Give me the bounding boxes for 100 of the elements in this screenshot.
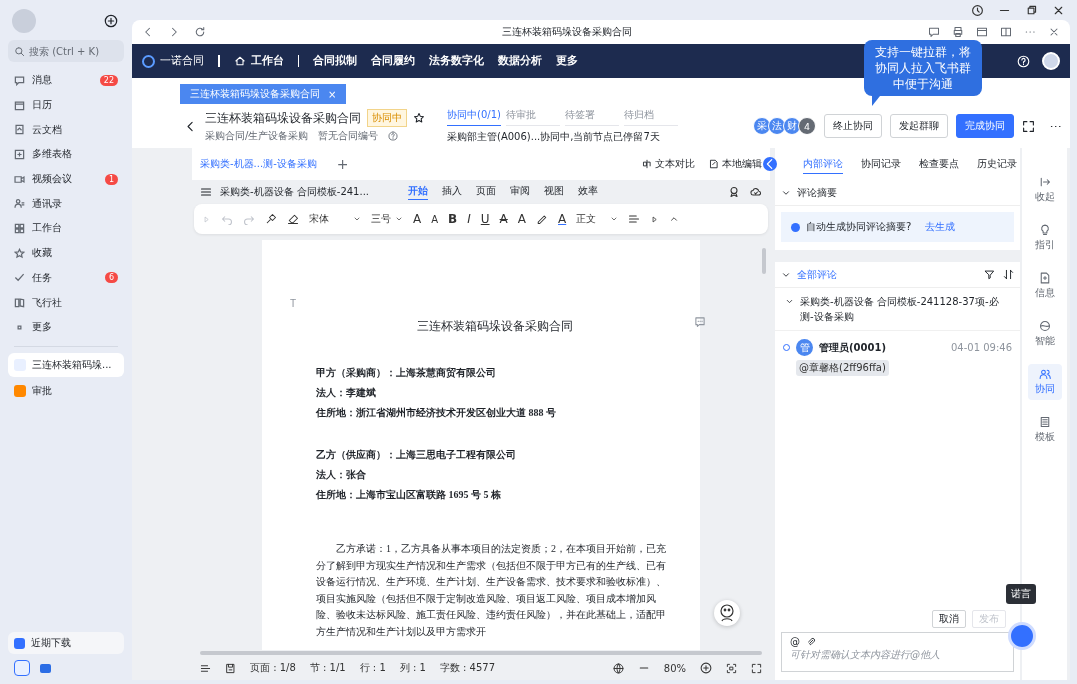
- filter-icon[interactable]: [984, 269, 995, 280]
- scrollbar[interactable]: [200, 651, 762, 655]
- help-icon[interactable]: [1017, 54, 1030, 68]
- rail-button[interactable]: 智能: [1027, 316, 1062, 352]
- app-icon[interactable]: [14, 660, 30, 676]
- cancel-button[interactable]: 取消: [932, 610, 966, 628]
- search-field[interactable]: 搜索 (Ctrl + K): [29, 45, 123, 57]
- globe-icon[interactable]: [612, 662, 624, 674]
- print-icon[interactable]: [952, 26, 964, 38]
- rail-button[interactable]: 协同: [1027, 364, 1062, 400]
- rail-button[interactable]: 收起: [1027, 172, 1062, 208]
- fullscreen-icon[interactable]: [751, 662, 762, 674]
- maximize-icon[interactable]: [1025, 3, 1038, 17]
- add-icon[interactable]: [104, 14, 118, 28]
- save-icon[interactable]: [225, 662, 236, 674]
- font-dropdown[interactable]: 宋体: [309, 212, 361, 226]
- home-icon[interactable]: [233, 55, 246, 67]
- panel-tab[interactable]: 历史记录: [977, 154, 1017, 174]
- recent-item[interactable]: 审批: [8, 378, 124, 403]
- format-painter-icon[interactable]: [265, 213, 277, 225]
- history-icon[interactable]: [971, 3, 984, 17]
- downloads-button[interactable]: 近期下载: [8, 632, 124, 654]
- format-button[interactable]: A: [499, 212, 508, 226]
- expand-caret-icon[interactable]: [785, 297, 794, 306]
- recent-item[interactable]: 三连杯装箱码垛...: [8, 352, 124, 377]
- zoom-in-icon[interactable]: [700, 662, 712, 674]
- format-button[interactable]: A: [558, 212, 567, 226]
- collapse-icon[interactable]: [669, 214, 680, 224]
- rail-button[interactable]: 信息: [1027, 268, 1062, 304]
- highlighter-icon[interactable]: [536, 213, 548, 225]
- outline-icon[interactable]: [200, 662, 211, 674]
- menu-tab[interactable]: 效率: [578, 184, 598, 200]
- search-box[interactable]: 搜索 (Ctrl + K): [8, 40, 124, 62]
- eraser-icon[interactable]: [287, 213, 299, 225]
- refresh-icon[interactable]: [194, 26, 206, 38]
- star-icon[interactable]: [413, 112, 425, 124]
- brand-name[interactable]: 一诺合同: [160, 54, 204, 68]
- fit-icon[interactable]: [726, 662, 737, 674]
- chat-icon[interactable]: [928, 26, 940, 38]
- panel-tab[interactable]: 内部评论: [803, 154, 843, 174]
- format-button[interactable]: A: [431, 213, 439, 225]
- play-icon[interactable]: [650, 214, 660, 224]
- generate-link[interactable]: 去生成: [925, 220, 956, 234]
- comment-icon[interactable]: [694, 316, 706, 328]
- fullscreen-icon[interactable]: [1022, 119, 1035, 133]
- assistant-icon[interactable]: [714, 600, 740, 626]
- attachment-icon[interactable]: [806, 636, 816, 647]
- menu-tab[interactable]: 视图: [544, 184, 564, 200]
- menu-icon[interactable]: [200, 186, 212, 198]
- nav-link[interactable]: 工作台: [250, 54, 284, 68]
- comment-input[interactable]: @ 可针对需确认文本内容进行@他人: [781, 632, 1014, 672]
- menu-tab[interactable]: 插入: [442, 184, 462, 200]
- sidebar-item[interactable]: 更多: [8, 314, 124, 340]
- scrollbar-thumb[interactable]: [762, 248, 766, 274]
- app-icon[interactable]: [40, 663, 51, 673]
- progress-step[interactable]: 协同中(0/1): [447, 108, 501, 126]
- style-dropdown[interactable]: 正文: [576, 212, 619, 226]
- action-button[interactable]: 完成协同: [956, 114, 1014, 138]
- award-icon[interactable]: [728, 186, 740, 198]
- format-button[interactable]: A: [413, 212, 422, 226]
- format-button[interactable]: U: [480, 212, 490, 226]
- sidebar-item[interactable]: 云文档: [8, 117, 124, 143]
- split-icon[interactable]: [1000, 26, 1012, 38]
- rail-button[interactable]: 模板: [1027, 412, 1062, 448]
- align-icon[interactable]: [628, 213, 641, 225]
- toolbar-action[interactable]: 本地编辑: [709, 157, 762, 171]
- format-button[interactable]: B: [448, 212, 458, 226]
- sidebar-item[interactable]: 消息 22: [8, 68, 124, 93]
- action-button[interactable]: 终止协同: [824, 114, 882, 138]
- sidebar-item[interactable]: 收藏: [8, 240, 124, 266]
- nav-link[interactable]: 合同拟制: [313, 54, 357, 68]
- rail-button[interactable]: 指引: [1027, 220, 1062, 256]
- sidebar-item[interactable]: 飞行社: [8, 290, 124, 315]
- sidebar-item[interactable]: 多维表格: [8, 142, 124, 167]
- sidebar-item[interactable]: 通讯录: [8, 191, 124, 217]
- menu-tab[interactable]: 页面: [476, 184, 496, 200]
- menu-tab[interactable]: 审阅: [510, 184, 530, 200]
- panel-tab[interactable]: 检查要点: [919, 154, 959, 174]
- sort-icon[interactable]: [1003, 269, 1014, 280]
- format-button[interactable]: A: [517, 212, 526, 226]
- section-title[interactable]: 全部评论: [797, 267, 837, 282]
- window-icon[interactable]: [976, 26, 988, 38]
- menu-tab[interactable]: 开始: [408, 184, 428, 200]
- sidebar-item[interactable]: 任务 6: [8, 265, 124, 291]
- nav-link[interactable]: 数据分析: [498, 54, 542, 68]
- size-dropdown[interactable]: 三号: [371, 212, 403, 226]
- format-button[interactable]: I: [467, 212, 471, 226]
- action-button[interactable]: 发起群聊: [890, 114, 948, 138]
- collapse-icon[interactable]: [763, 157, 777, 171]
- sidebar-item[interactable]: 日历: [8, 92, 124, 118]
- nav-link[interactable]: 合同履约: [371, 54, 415, 68]
- add-tab-button[interactable]: +: [336, 156, 349, 172]
- toolbar-action[interactable]: 文本对比: [642, 157, 695, 171]
- mention-tag[interactable]: @章馨格(2ff96ffa): [796, 360, 889, 376]
- cloud-saved-icon[interactable]: [750, 186, 762, 198]
- nav-link[interactable]: 法务数字化: [429, 54, 484, 68]
- sidebar-item[interactable]: 视频会议 1: [8, 166, 124, 192]
- mention-button[interactable]: @: [790, 636, 800, 647]
- file-tab[interactable]: 采购类-机器...测-设备采购: [200, 157, 317, 171]
- user-avatar[interactable]: [1042, 52, 1060, 70]
